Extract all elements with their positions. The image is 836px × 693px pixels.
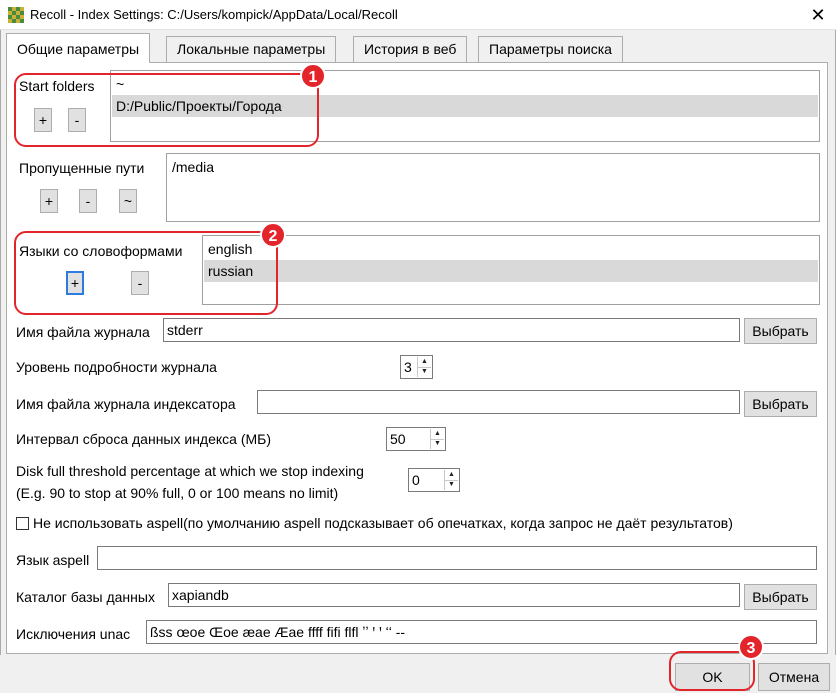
- aspell-lang-input[interactable]: [97, 546, 817, 570]
- log-file-browse-button[interactable]: Выбрать: [744, 318, 817, 344]
- spin-down-icon[interactable]: ▼: [431, 439, 444, 449]
- flush-interval-spinbox[interactable]: 50 ▲ ▼: [386, 427, 446, 451]
- skipped-paths-home-button[interactable]: ~: [119, 189, 137, 213]
- no-aspell-label: Не использовать aspell(по умолчанию aspe…: [33, 515, 733, 531]
- tab-general[interactable]: Общие параметры: [6, 33, 151, 63]
- recoll-app-icon: [8, 7, 24, 23]
- indexer-log-input[interactable]: [257, 390, 740, 414]
- spin-down-icon[interactable]: ▼: [445, 480, 458, 490]
- list-item[interactable]: D:/Public/Проекты/Города: [112, 95, 818, 117]
- list-item[interactable]: ~: [112, 73, 818, 95]
- start-folders-add-button[interactable]: +: [34, 108, 52, 132]
- list-item[interactable]: english: [204, 238, 818, 260]
- disk-full-value: 0: [412, 472, 420, 488]
- log-file-input[interactable]: stderr: [163, 318, 740, 342]
- indexer-log-label: Имя файла журнала индексатора: [16, 396, 236, 412]
- tab-search-params[interactable]: Параметры поиска: [478, 36, 623, 62]
- list-item[interactable]: russian: [204, 260, 818, 282]
- spin-down-icon[interactable]: ▼: [418, 367, 431, 377]
- skipped-paths-add-button[interactable]: +: [40, 189, 58, 213]
- db-dir-input[interactable]: xapiandb: [168, 583, 740, 607]
- disk-full-hint: (E.g. 90 to stop at 90% full, 0 or 100 m…: [16, 485, 339, 501]
- start-folders-remove-button[interactable]: -: [68, 108, 86, 132]
- disk-full-label: Disk full threshold percentage at which …: [16, 463, 364, 479]
- skipped-paths-remove-button[interactable]: -: [79, 189, 97, 213]
- stem-languages-list[interactable]: english russian: [202, 235, 820, 305]
- start-folders-label: Start folders: [19, 78, 95, 94]
- indexer-log-browse-button[interactable]: Выбрать: [744, 391, 817, 417]
- stem-languages-add-button[interactable]: +: [66, 271, 84, 295]
- annotation-badge-1: 1: [300, 63, 326, 89]
- tab-web-history[interactable]: История в веб: [353, 36, 468, 62]
- skipped-paths-label: Пропущенные пути: [19, 160, 145, 176]
- flush-interval-value: 50: [390, 431, 406, 447]
- window-title: Recoll - Index Settings: C:/Users/kompic…: [30, 7, 398, 22]
- ok-button[interactable]: OK: [675, 663, 750, 691]
- aspell-lang-label: Язык aspell: [16, 552, 90, 568]
- close-icon[interactable]: ✕: [806, 3, 830, 27]
- unac-label: Исключения unac: [16, 626, 131, 642]
- disk-full-spinbox[interactable]: 0 ▲ ▼: [408, 468, 460, 492]
- annotation-badge-2: 2: [260, 222, 286, 248]
- log-level-label: Уровень подробности журнала: [16, 359, 217, 375]
- annotation-badge-3: 3: [738, 634, 764, 660]
- log-level-spinbox[interactable]: 3 ▲ ▼: [400, 355, 433, 379]
- unac-input[interactable]: ßss œoe Œoe æae Æae ffff fifi flfl ʼʼ ꞌ …: [146, 620, 817, 644]
- log-file-label: Имя файла журнала: [16, 324, 150, 340]
- no-aspell-checkbox[interactable]: [16, 517, 29, 530]
- skipped-paths-list[interactable]: /media: [166, 153, 820, 222]
- stem-languages-remove-button[interactable]: -: [131, 271, 149, 295]
- db-dir-label: Каталог базы данных: [16, 589, 155, 605]
- list-item[interactable]: /media: [168, 156, 818, 178]
- tab-local[interactable]: Локальные параметры: [166, 36, 337, 62]
- start-folders-list[interactable]: ~ D:/Public/Проекты/Города: [110, 70, 820, 142]
- title-bar: Recoll - Index Settings: C:/Users/kompic…: [0, 0, 836, 30]
- stem-languages-label: Языки со словоформами: [19, 243, 183, 259]
- log-level-value: 3: [404, 359, 412, 375]
- flush-interval-label: Интервал сброса данных индекса (МБ): [16, 431, 272, 447]
- cancel-button[interactable]: Отмена: [758, 663, 830, 691]
- db-dir-browse-button[interactable]: Выбрать: [744, 584, 817, 610]
